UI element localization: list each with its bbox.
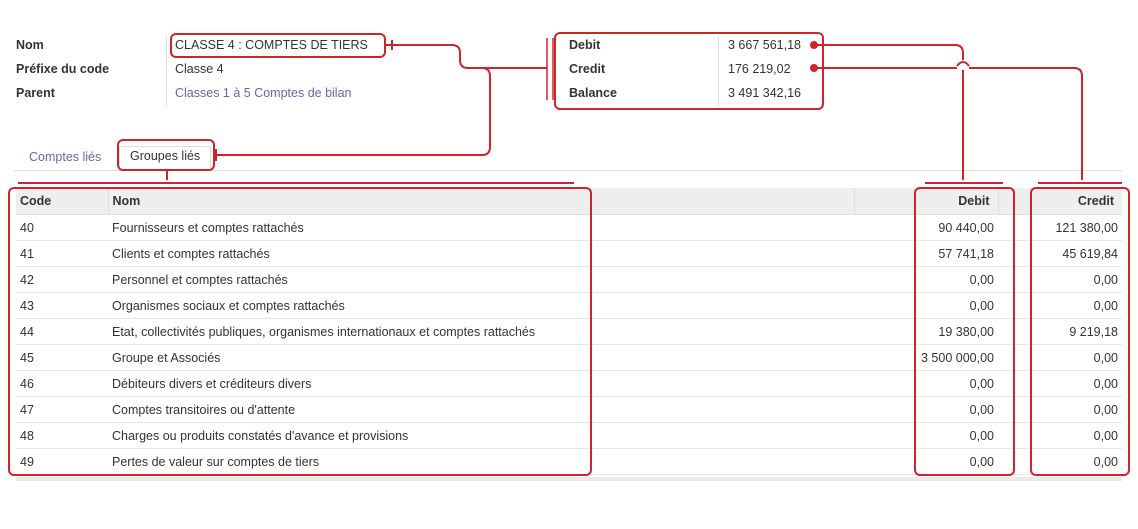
annotation-dots (810, 41, 818, 72)
debit-dot (810, 41, 818, 49)
credit-dot (810, 64, 818, 72)
annotation-connectors (18, 38, 1122, 184)
